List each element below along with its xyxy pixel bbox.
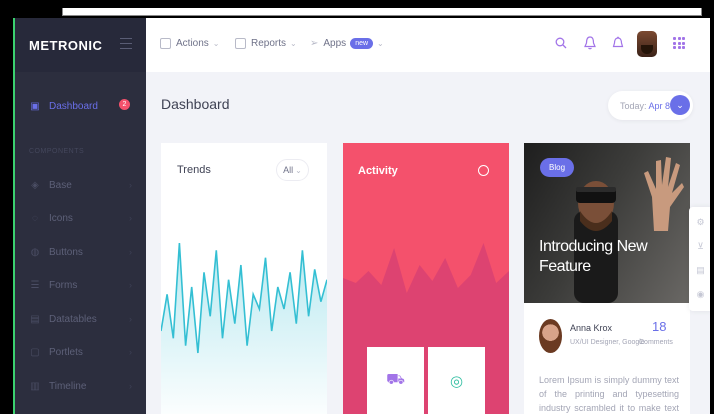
target-tile[interactable]: ◎	[428, 347, 485, 414]
sidebar-section-label: COMPONENTS	[29, 148, 85, 155]
new-badge: new	[350, 38, 374, 49]
chevron-right-icon: ›	[129, 347, 132, 357]
sidebar: METRONIC ▣ Dashboard 2 COMPONENTS ◈ Base…	[15, 18, 146, 414]
delivery-tile[interactable]: ⛟	[367, 347, 424, 414]
trends-chart	[161, 242, 327, 414]
sidebar-item-label: Datatables	[49, 313, 97, 325]
trends-area	[161, 243, 327, 414]
author-name[interactable]: Anna Krox	[570, 323, 612, 333]
buttons-icon: ◍	[30, 246, 40, 258]
sidebar-item-label: Buttons	[49, 246, 83, 258]
sidebar-toggle-icon[interactable]	[120, 38, 132, 53]
apps-grid-icon[interactable]	[673, 37, 685, 49]
menu-reports[interactable]: Reports ⌄	[235, 38, 297, 49]
chevron-right-icon: ›	[129, 247, 132, 257]
sidebar-item-timeline[interactable]: ▥ Timeline ›	[15, 376, 146, 396]
timeline-icon: ▥	[30, 380, 40, 392]
trends-filter-dropdown[interactable]: All ⌄	[276, 159, 309, 181]
app-window: METRONIC ▣ Dashboard 2 COMPONENTS ◈ Base…	[13, 18, 710, 414]
notification-badge: 2	[119, 99, 130, 110]
user-avatar[interactable]	[637, 31, 657, 57]
sidebar-item-label: Timeline	[49, 380, 87, 392]
portlet-icon: ▢	[30, 346, 40, 358]
card-title: Trends	[177, 164, 211, 176]
page-title: Dashboard	[161, 96, 230, 112]
chevron-right-icon: ›	[129, 180, 132, 190]
activity-ring-icon[interactable]	[478, 165, 489, 176]
menu-label: Apps	[323, 38, 347, 49]
activity-card: Activity ⛟ ◎	[343, 143, 509, 414]
chevron-down-icon: ⌄	[377, 39, 384, 48]
search-icon[interactable]	[553, 35, 569, 51]
blog-title[interactable]: Introducing New Feature	[539, 237, 659, 277]
quick-actions-icon[interactable]	[610, 35, 626, 51]
date-picker[interactable]: Today: Apr 8 ⌄	[608, 91, 693, 120]
blog-excerpt: Lorem Ipsum is simply dummy text of the …	[539, 375, 679, 413]
menu-label: Actions	[176, 38, 209, 49]
delivery-truck-icon: ⛟	[386, 371, 405, 388]
support-icon[interactable]: ◉	[695, 289, 706, 300]
screenshot-frame: METRONIC ▣ Dashboard 2 COMPONENTS ◈ Base…	[0, 0, 714, 414]
cart-icon[interactable]: ⊻	[695, 241, 706, 252]
chevron-down-icon: ⌄	[212, 39, 220, 48]
icons-icon: ◌	[32, 212, 38, 224]
brand-logo[interactable]: METRONIC	[29, 38, 102, 53]
window-edge	[62, 8, 702, 16]
date-label: Today:	[620, 100, 647, 111]
layers-icon: ◈	[31, 179, 39, 191]
notification-icon[interactable]	[582, 35, 598, 51]
quick-toolbar: ⚙ ⊻ ▤ ◉	[689, 207, 710, 311]
send-icon: ➢	[310, 38, 319, 49]
sidebar-item-label: Base	[49, 179, 72, 191]
date-value: Apr 8	[648, 100, 671, 111]
sidebar-item-label: Forms	[49, 279, 78, 291]
chevron-right-icon: ›	[129, 213, 132, 223]
menu-actions[interactable]: Actions ⌄	[160, 38, 220, 49]
document-icon[interactable]: ▤	[695, 265, 706, 276]
chevron-right-icon: ›	[129, 314, 132, 324]
sidebar-item-portlets[interactable]: ▢ Portlets ›	[15, 342, 146, 362]
sidebar-item-icons[interactable]: ◌ Icons ›	[15, 208, 146, 228]
settings-icon[interactable]: ⚙	[695, 217, 706, 228]
table-icon: ▤	[30, 313, 40, 325]
blog-hero-image[interactable]: Blog Introducing New Feature	[524, 143, 690, 303]
vr-person-image	[574, 181, 618, 303]
trends-card: Trends All ⌄	[161, 143, 327, 414]
dashboard-icon: ▣	[30, 100, 40, 112]
forms-icon: ☰	[30, 279, 40, 291]
menu-apps[interactable]: ➢ Apps new ⌄	[310, 38, 384, 49]
chevron-down-icon: ⌄	[290, 39, 297, 48]
top-header: Actions ⌄ Reports ⌄ ➢ Apps new ⌄	[146, 18, 710, 72]
author-avatar	[539, 319, 562, 353]
card-title: Activity	[358, 165, 398, 177]
sidebar-item-datatables[interactable]: ▤ Datatables ›	[15, 309, 146, 329]
filter-label: All	[283, 165, 294, 175]
raised-hand-image	[644, 157, 684, 231]
sidebar-item-label: Portlets	[49, 346, 83, 358]
comment-count: 18	[652, 319, 667, 334]
plus-square-icon	[160, 38, 171, 49]
sidebar-item-label: Icons	[49, 212, 73, 224]
chevron-down-icon: ⌄	[295, 165, 302, 175]
edit-icon	[235, 38, 246, 49]
sidebar-item-buttons[interactable]: ◍ Buttons ›	[15, 242, 146, 262]
chevron-down-icon[interactable]: ⌄	[670, 95, 690, 115]
blog-badge[interactable]: Blog	[540, 158, 575, 177]
chevron-right-icon: ›	[129, 280, 132, 290]
chevron-right-icon: ›	[129, 381, 132, 391]
author-role: UX/UI Designer, Google	[570, 339, 645, 346]
sidebar-item-label: Dashboard	[49, 100, 98, 112]
sidebar-item-forms[interactable]: ☰ Forms ›	[15, 275, 146, 295]
menu-label: Reports	[251, 38, 287, 49]
comment-label: Comments	[639, 339, 673, 346]
sidebar-item-base[interactable]: ◈ Base ›	[15, 175, 146, 195]
blog-card: Blog Introducing New Feature Anna Krox U…	[524, 143, 690, 414]
sidebar-item-dashboard[interactable]: ▣ Dashboard 2	[15, 96, 146, 116]
target-icon: ◎	[449, 372, 464, 390]
